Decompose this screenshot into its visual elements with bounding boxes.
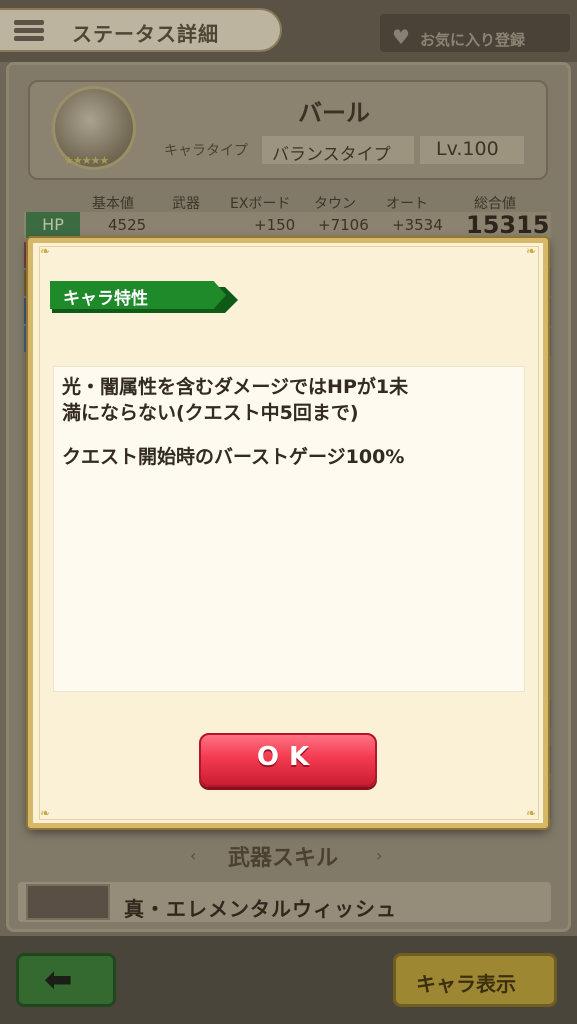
favorite-label: お気に入り登録 (420, 31, 526, 49)
hp-total: 15315 (466, 211, 550, 239)
hp-auto: +3534 (392, 216, 443, 234)
stat-header-weapon: 武器 (172, 196, 200, 212)
hp-base: 4525 (108, 216, 147, 234)
chevron-left-icon[interactable]: ‹ (190, 846, 196, 865)
rarity-stars: ★★★★★ (64, 154, 109, 167)
chevron-right-icon[interactable]: › (376, 846, 382, 865)
show-character-label: キャラ表示 (416, 972, 516, 996)
stat-header-town: タウン (314, 196, 356, 212)
hamburger-menu-icon[interactable] (14, 20, 44, 42)
corner-ornament-icon: ❧ (526, 244, 537, 258)
corner-ornament-icon: ❧ (526, 806, 537, 820)
stat-header-auto: オート (386, 196, 428, 212)
character-name: バール (298, 99, 370, 127)
hp-exboard: +150 (254, 216, 296, 234)
trait-line-3: クエスト開始時のバーストゲージ100% (62, 446, 405, 468)
page-title: ステータス詳細 (72, 22, 219, 46)
trait-line-1: 光・闇属性を含むダメージではHPが1未 (62, 376, 409, 398)
hp-label: HP (26, 212, 80, 238)
type-value: バランスタイプ (272, 145, 391, 165)
status-detail-screen: ステータス詳細 ♥ お気に入り登録 ★★★★★ バール キャラタイプ バランスタ… (0, 0, 577, 1024)
stat-header-total: 総合値 (474, 196, 516, 212)
arrow-left-icon: ⬅ (44, 960, 73, 1000)
stat-header-exboard: EXボード (230, 196, 291, 212)
weapon-skill-header: 武器スキル (228, 846, 339, 871)
corner-ornament-icon: ❧ (40, 806, 51, 820)
hp-town: +7106 (318, 216, 369, 234)
weapon-skill-name: 真・エレメンタルウィッシュ (124, 897, 397, 921)
trait-line-2: 満にならない(クエスト中5回まで) (62, 402, 359, 424)
stat-header-base: 基本値 (92, 196, 134, 212)
corner-ornament-icon: ❧ (40, 244, 51, 258)
weapon-icon (26, 884, 110, 920)
heart-icon: ♥ (392, 25, 410, 49)
trait-tag-label: キャラ特性 (63, 289, 148, 309)
level-value: Lv.100 (436, 138, 499, 160)
ok-label[interactable]: OK (199, 742, 377, 772)
type-label: キャラタイプ (164, 143, 248, 159)
